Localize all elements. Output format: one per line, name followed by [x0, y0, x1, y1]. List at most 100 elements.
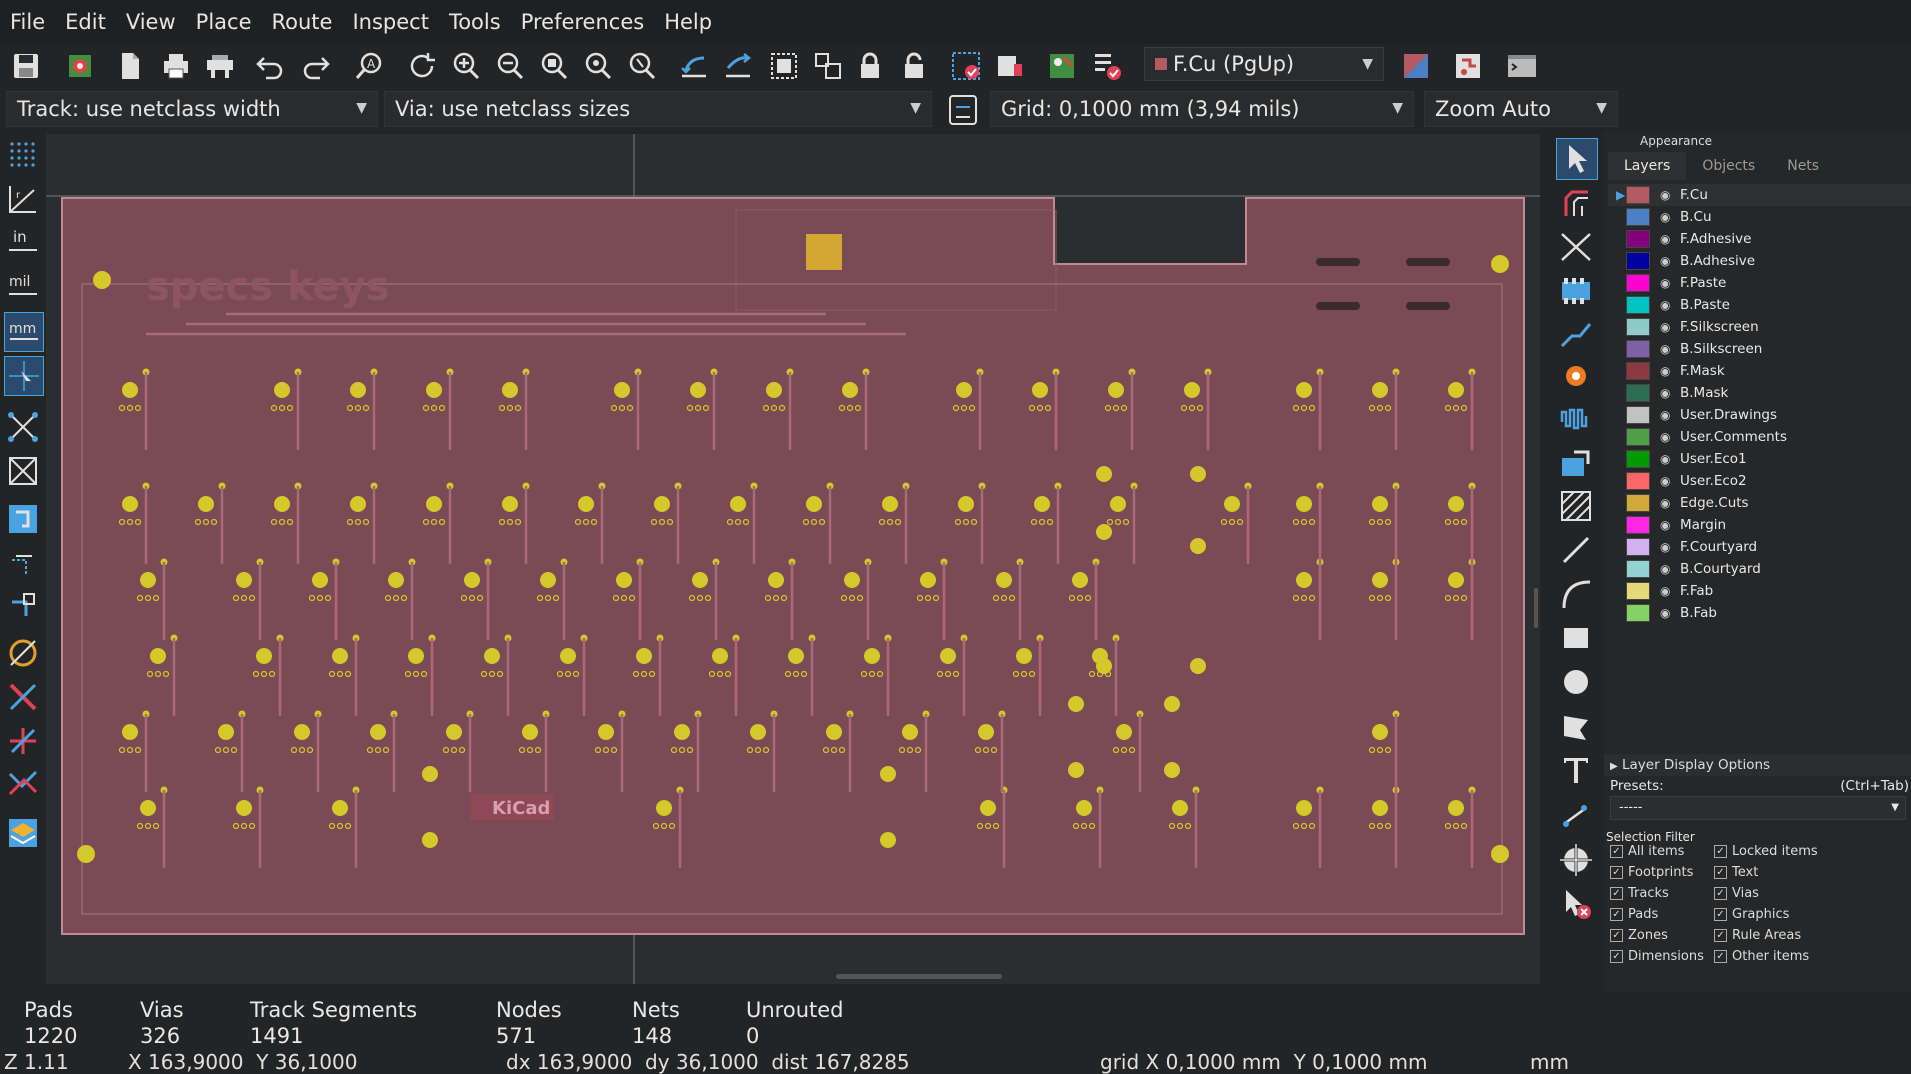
- unlock-icon[interactable]: [896, 48, 932, 84]
- layer-color-swatch[interactable]: [1626, 252, 1650, 270]
- layer-row-b-cu[interactable]: ◉ B.Cu: [1626, 206, 1712, 228]
- layer-color-swatch[interactable]: [1626, 516, 1650, 534]
- layer-row-user-drawings[interactable]: ◉ User.Drawings: [1626, 404, 1777, 426]
- filter-other-items-checkbox[interactable]: ✓ Other items: [1714, 949, 1809, 964]
- ungroup-icon[interactable]: [810, 48, 846, 84]
- pcb-canvas[interactable]: specs keys KiCad: [46, 134, 1540, 984]
- layer-color-swatch[interactable]: [1626, 208, 1650, 226]
- netlist-update-icon[interactable]: [948, 48, 984, 84]
- filter-all-items-checkbox[interactable]: ✓ All items: [1610, 844, 1684, 859]
- undo-icon[interactable]: [252, 48, 288, 84]
- filter-locked-items-checkbox[interactable]: ✓ Locked items: [1714, 844, 1818, 859]
- eye-visibility-icon[interactable]: ◉: [1660, 298, 1674, 312]
- page-settings-icon[interactable]: [112, 48, 148, 84]
- zones-fill-icon[interactable]: [4, 500, 42, 538]
- layer-color-swatch[interactable]: [1626, 362, 1650, 380]
- grid-dots-icon[interactable]: [4, 136, 42, 174]
- checkbox-checked-icon[interactable]: ✓: [1610, 866, 1623, 879]
- layer-color-swatch[interactable]: [1626, 450, 1650, 468]
- eye-visibility-icon[interactable]: ◉: [1660, 188, 1674, 202]
- layer-row-user-comments[interactable]: ◉ User.Comments: [1626, 426, 1787, 448]
- menu-file[interactable]: File: [0, 10, 55, 34]
- checkbox-checked-icon[interactable]: ✓: [1610, 950, 1623, 963]
- tracks-outline-icon[interactable]: [4, 678, 42, 716]
- save-icon[interactable]: [8, 48, 44, 84]
- layer-display-options[interactable]: ▶ Layer Display Options: [1604, 754, 1911, 776]
- menu-view[interactable]: View: [116, 10, 186, 34]
- filter-pads-checkbox[interactable]: ✓ Pads: [1610, 907, 1658, 922]
- layer-color-swatch[interactable]: [1626, 472, 1650, 490]
- layer-row-user-eco2[interactable]: ◉ User.Eco2: [1626, 470, 1747, 492]
- layer-color-swatch[interactable]: [1626, 406, 1650, 424]
- rotate-cw-icon[interactable]: [720, 48, 756, 84]
- layer-row-f-cu[interactable]: ◉ F.Cu: [1626, 184, 1708, 206]
- eye-visibility-icon[interactable]: ◉: [1660, 562, 1674, 576]
- layer-toggle-icon[interactable]: [4, 814, 42, 852]
- tab-layers[interactable]: Layers: [1608, 152, 1687, 180]
- layer-selector-dropdown[interactable]: F.Cu (PgUp) ▼: [1144, 47, 1384, 81]
- checkbox-checked-icon[interactable]: ✓: [1714, 950, 1727, 963]
- layer-row-b-courtyard[interactable]: ◉ B.Courtyard: [1626, 558, 1761, 580]
- layer-row-b-fab[interactable]: ◉ B.Fab: [1626, 602, 1717, 624]
- layer-color-swatch[interactable]: [1626, 538, 1650, 556]
- filter-vias-checkbox[interactable]: ✓ Vias: [1714, 886, 1759, 901]
- zoom-selection-icon[interactable]: [624, 48, 660, 84]
- layer-row-f-adhesive[interactable]: ◉ F.Adhesive: [1626, 228, 1751, 250]
- via-icon[interactable]: [1556, 356, 1596, 396]
- grid-size-dropdown[interactable]: Grid: 0,1000 mm (3,94 mils) ▼: [990, 91, 1414, 127]
- filter-footprints-checkbox[interactable]: ✓ Footprints: [1610, 865, 1693, 880]
- arc-icon[interactable]: [1556, 574, 1596, 614]
- horizontal-scrollbar[interactable]: [836, 974, 1002, 979]
- redo-icon[interactable]: [298, 48, 334, 84]
- delete-icon[interactable]: [1556, 884, 1596, 924]
- dimension-icon[interactable]: [1556, 796, 1596, 836]
- filter-zones-checkbox[interactable]: ✓ Zones: [1610, 928, 1668, 943]
- menu-tools[interactable]: Tools: [439, 10, 511, 34]
- route-diff-pair-icon[interactable]: [1556, 226, 1596, 266]
- layer-color-swatch[interactable]: [1626, 186, 1650, 204]
- eye-visibility-icon[interactable]: ◉: [1660, 430, 1674, 444]
- tab-objects[interactable]: Objects: [1686, 152, 1771, 180]
- checkbox-checked-icon[interactable]: ✓: [1714, 908, 1727, 921]
- zoom-in-icon[interactable]: [448, 48, 484, 84]
- presets-dropdown[interactable]: ----- ▼: [1610, 796, 1906, 820]
- rule-area-icon[interactable]: [1556, 486, 1596, 526]
- eye-visibility-icon[interactable]: ◉: [1660, 320, 1674, 334]
- lock-icon[interactable]: [852, 48, 888, 84]
- layer-color-swatch[interactable]: [1626, 340, 1650, 358]
- redraw-icon[interactable]: [404, 48, 440, 84]
- eye-visibility-icon[interactable]: ◉: [1660, 452, 1674, 466]
- plot-icon[interactable]: [202, 48, 238, 84]
- eye-visibility-icon[interactable]: ◉: [1660, 474, 1674, 488]
- curved-ratsnest-icon[interactable]: [4, 452, 42, 490]
- zones-outline-icon[interactable]: [4, 544, 42, 582]
- group-icon[interactable]: [766, 48, 802, 84]
- eye-visibility-icon[interactable]: ◉: [1660, 254, 1674, 268]
- eye-visibility-icon[interactable]: ◉: [1660, 540, 1674, 554]
- track-icon[interactable]: [1556, 314, 1596, 354]
- menu-route[interactable]: Route: [262, 10, 343, 34]
- filter-dimensions-checkbox[interactable]: ✓ Dimensions: [1610, 949, 1704, 964]
- zoom-out-icon[interactable]: [492, 48, 528, 84]
- menu-help[interactable]: Help: [654, 10, 722, 34]
- eye-visibility-icon[interactable]: ◉: [1660, 232, 1674, 246]
- rectangle-icon[interactable]: [1556, 618, 1596, 658]
- vias-outline-icon[interactable]: [4, 634, 42, 672]
- layer-row-f-fab[interactable]: ◉ F.Fab: [1626, 580, 1713, 602]
- drc-icon[interactable]: [1090, 48, 1126, 84]
- origin-icon[interactable]: [1556, 840, 1596, 880]
- layer-color-swatch[interactable]: [1626, 230, 1650, 248]
- layer-color-swatch[interactable]: [1626, 494, 1650, 512]
- layer-color-swatch[interactable]: [1626, 274, 1650, 292]
- layer-color-swatch[interactable]: [1626, 296, 1650, 314]
- layer-color-swatch[interactable]: [1626, 560, 1650, 578]
- layer-row-edge-cuts[interactable]: ◉ Edge.Cuts: [1626, 492, 1749, 514]
- eye-visibility-icon[interactable]: ◉: [1660, 386, 1674, 400]
- layer-row-margin[interactable]: ◉ Margin: [1626, 514, 1726, 536]
- layer-color-swatch[interactable]: [1626, 582, 1650, 600]
- print-icon[interactable]: [158, 48, 194, 84]
- eye-visibility-icon[interactable]: ◉: [1660, 518, 1674, 532]
- pads-outline-icon[interactable]: [4, 586, 42, 624]
- rotate-ccw-icon[interactable]: [676, 48, 712, 84]
- eye-visibility-icon[interactable]: ◉: [1660, 210, 1674, 224]
